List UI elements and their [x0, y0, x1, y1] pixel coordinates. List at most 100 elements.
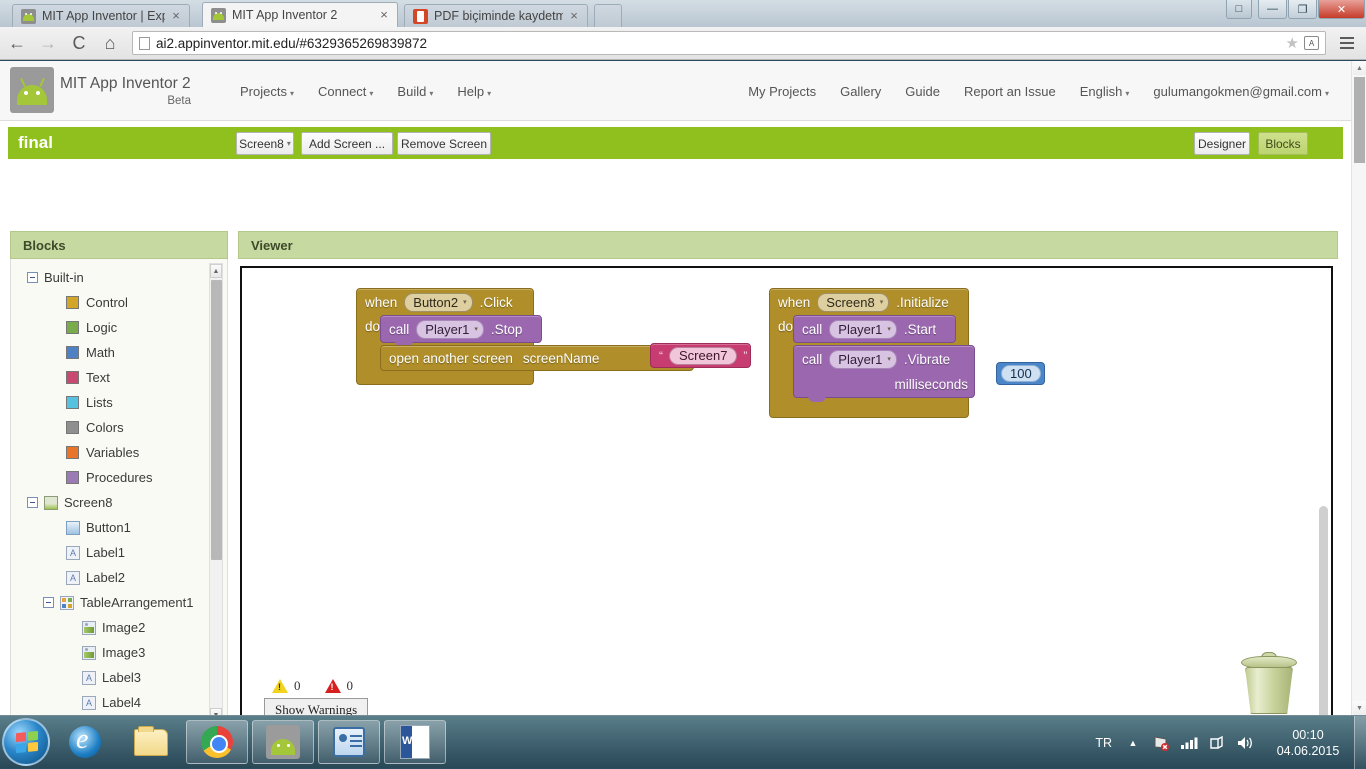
tree-node-label4[interactable]: A Label4: [11, 690, 211, 715]
network-icon[interactable]: [1150, 732, 1172, 754]
component-dropdown-player1[interactable]: Player1 ▾: [829, 319, 897, 339]
block-when-button2-click[interactable]: when Button2 ▾ .Click do call Player1 ▾ …: [356, 288, 695, 385]
show-desktop-button[interactable]: [1354, 716, 1366, 769]
browser-tab-2[interactable]: MIT App Inventor 2 ×: [202, 2, 398, 27]
menu-projects[interactable]: Projects ▾: [240, 84, 294, 99]
tree-node-built-in[interactable]: Built-in: [11, 265, 211, 290]
menu-build[interactable]: Build ▾: [397, 84, 433, 99]
tab-close-icon[interactable]: ×: [567, 9, 581, 22]
tree-node-button1[interactable]: Button1: [11, 515, 211, 540]
block-call-player1-stop[interactable]: call Player1 ▾ .Stop: [380, 315, 543, 347]
menu-help[interactable]: Help ▾: [457, 84, 491, 99]
tree-node-logic[interactable]: Logic: [11, 315, 211, 340]
block-text-screen7[interactable]: “ Screen7 ”: [650, 343, 751, 368]
number-value-field[interactable]: 100: [1001, 365, 1041, 382]
trash-can-icon[interactable]: [1241, 652, 1297, 715]
menu-connect[interactable]: Connect ▾: [318, 84, 373, 99]
remove-screen-button[interactable]: Remove Screen: [397, 132, 491, 155]
add-screen-button[interactable]: Add Screen ...: [301, 132, 393, 155]
tree-node-text[interactable]: Text: [11, 365, 211, 390]
component-dropdown-screen8[interactable]: Screen8 ▾: [817, 292, 890, 312]
minimize-button[interactable]: —: [1258, 0, 1287, 19]
page-scrollbar-thumb[interactable]: [1354, 77, 1365, 163]
account-email[interactable]: gulumangokmen@gmail.com ▾: [1153, 84, 1329, 99]
address-bar[interactable]: ai2.appinventor.mit.edu/#632936526983987…: [132, 31, 1326, 55]
block-row: call Player1 ▾ .Start: [794, 316, 955, 342]
tab-close-icon[interactable]: ×: [377, 8, 391, 21]
tree-node-variables[interactable]: Variables: [11, 440, 211, 465]
collapse-icon[interactable]: [27, 497, 38, 508]
text-value-field[interactable]: Screen7: [669, 346, 738, 365]
component-dropdown-player1[interactable]: Player1 ▾: [416, 319, 484, 339]
scroll-up-icon[interactable]: ▲: [210, 264, 222, 278]
user-profile-button[interactable]: □: [1226, 0, 1252, 19]
taskbar-device-manager[interactable]: [318, 720, 380, 764]
tree-node-label3[interactable]: A Label3: [11, 665, 211, 690]
chrome-menu-icon[interactable]: [1334, 30, 1360, 56]
blocks-toggle-button[interactable]: Blocks: [1258, 132, 1308, 155]
designer-toggle-button[interactable]: Designer: [1194, 132, 1250, 155]
blocks-viewer[interactable]: when Button2 ▾ .Click do call Player1 ▾ …: [240, 266, 1333, 715]
language-indicator[interactable]: TR: [1095, 736, 1112, 750]
tree-node-math[interactable]: Math: [11, 340, 211, 365]
link-guide[interactable]: Guide: [905, 84, 940, 99]
bookmark-star-icon[interactable]: ★: [1286, 34, 1299, 52]
block-when-screen8-initialize[interactable]: when Screen8 ▾ .Initialize do call Playe…: [769, 288, 976, 418]
taskbar-file-explorer[interactable]: [120, 720, 182, 764]
tree-node-label2[interactable]: A Label2: [11, 565, 211, 590]
tree-node-screen8[interactable]: Screen8: [11, 490, 211, 515]
component-dropdown-button2[interactable]: Button2 ▾: [404, 292, 473, 312]
tree-node-procedures[interactable]: Procedures: [11, 465, 211, 490]
tree-node-lists[interactable]: Lists: [11, 390, 211, 415]
component-dropdown-player1[interactable]: Player1 ▾: [829, 349, 897, 369]
new-tab-button[interactable]: [594, 4, 622, 27]
canvas-vertical-scrollbar[interactable]: [1319, 506, 1328, 715]
taskbar-app-inventor[interactable]: [252, 720, 314, 764]
collapse-icon[interactable]: [27, 272, 38, 283]
tree-node-image2[interactable]: Image2: [11, 615, 211, 640]
scrollbar-thumb[interactable]: [211, 280, 222, 560]
browser-window: MIT App Inventor | Explor × MIT App Inve…: [0, 0, 1366, 715]
tree-node-control[interactable]: Control: [11, 290, 211, 315]
maximize-button[interactable]: ❐: [1288, 0, 1317, 19]
close-button[interactable]: ✕: [1318, 0, 1365, 19]
forward-icon[interactable]: →: [34, 29, 62, 57]
taskbar-microsoft-word[interactable]: [384, 720, 446, 764]
language-selector[interactable]: English ▾: [1080, 84, 1130, 99]
tree-node-image3[interactable]: Image3: [11, 640, 211, 665]
block-open-another-screen[interactable]: open another screen screenName: [380, 345, 695, 371]
browser-tab-1[interactable]: MIT App Inventor | Explor ×: [12, 4, 190, 27]
translate-icon[interactable]: A: [1304, 36, 1319, 50]
volume-icon[interactable]: [1234, 732, 1256, 754]
blocks-canvas[interactable]: when Button2 ▾ .Click do call Player1 ▾ …: [242, 268, 1331, 715]
home-icon[interactable]: ⌂: [96, 29, 124, 57]
reload-icon[interactable]: C: [65, 29, 93, 57]
back-icon[interactable]: ←: [3, 29, 31, 57]
block-number-100[interactable]: 100: [996, 362, 1045, 385]
start-button[interactable]: [2, 718, 50, 766]
taskbar-google-chrome[interactable]: [186, 720, 248, 764]
tree-scrollbar[interactable]: ▲ ▼: [209, 263, 223, 715]
link-report-an-issue[interactable]: Report an Issue: [964, 84, 1056, 99]
tab-close-icon[interactable]: ×: [169, 9, 183, 22]
taskbar-internet-explorer[interactable]: [54, 720, 116, 764]
block-call-player1-start[interactable]: call Player1 ▾ .Start: [793, 315, 957, 343]
show-hidden-icons-icon[interactable]: ▲: [1122, 732, 1144, 754]
collapse-icon[interactable]: [43, 597, 54, 608]
block-call-player1-vibrate[interactable]: call Player1 ▾ .Vibrate milliseconds: [793, 345, 976, 402]
page-scrollbar[interactable]: ▲ ▼: [1351, 61, 1366, 715]
show-warnings-button[interactable]: Show Warnings: [264, 698, 369, 715]
taskbar-clock[interactable]: 00:10 04.06.2015: [1262, 727, 1354, 759]
action-center-icon[interactable]: [1206, 732, 1228, 754]
page-scroll-down-icon[interactable]: ▼: [1353, 701, 1366, 715]
tree-node-colors[interactable]: Colors: [11, 415, 211, 440]
signal-icon[interactable]: [1178, 732, 1200, 754]
scroll-down-icon[interactable]: ▼: [210, 708, 222, 715]
browser-tab-3[interactable]: PDF biçiminde kaydetme ×: [404, 4, 588, 27]
tree-node-tablearrangement1[interactable]: TableArrangement1: [11, 590, 211, 615]
link-my-projects[interactable]: My Projects: [748, 84, 816, 99]
page-scroll-up-icon[interactable]: ▲: [1353, 61, 1366, 75]
tree-node-label1[interactable]: A Label1: [11, 540, 211, 565]
link-gallery[interactable]: Gallery: [840, 84, 881, 99]
screen-selector[interactable]: Screen8 ▾: [236, 132, 294, 155]
